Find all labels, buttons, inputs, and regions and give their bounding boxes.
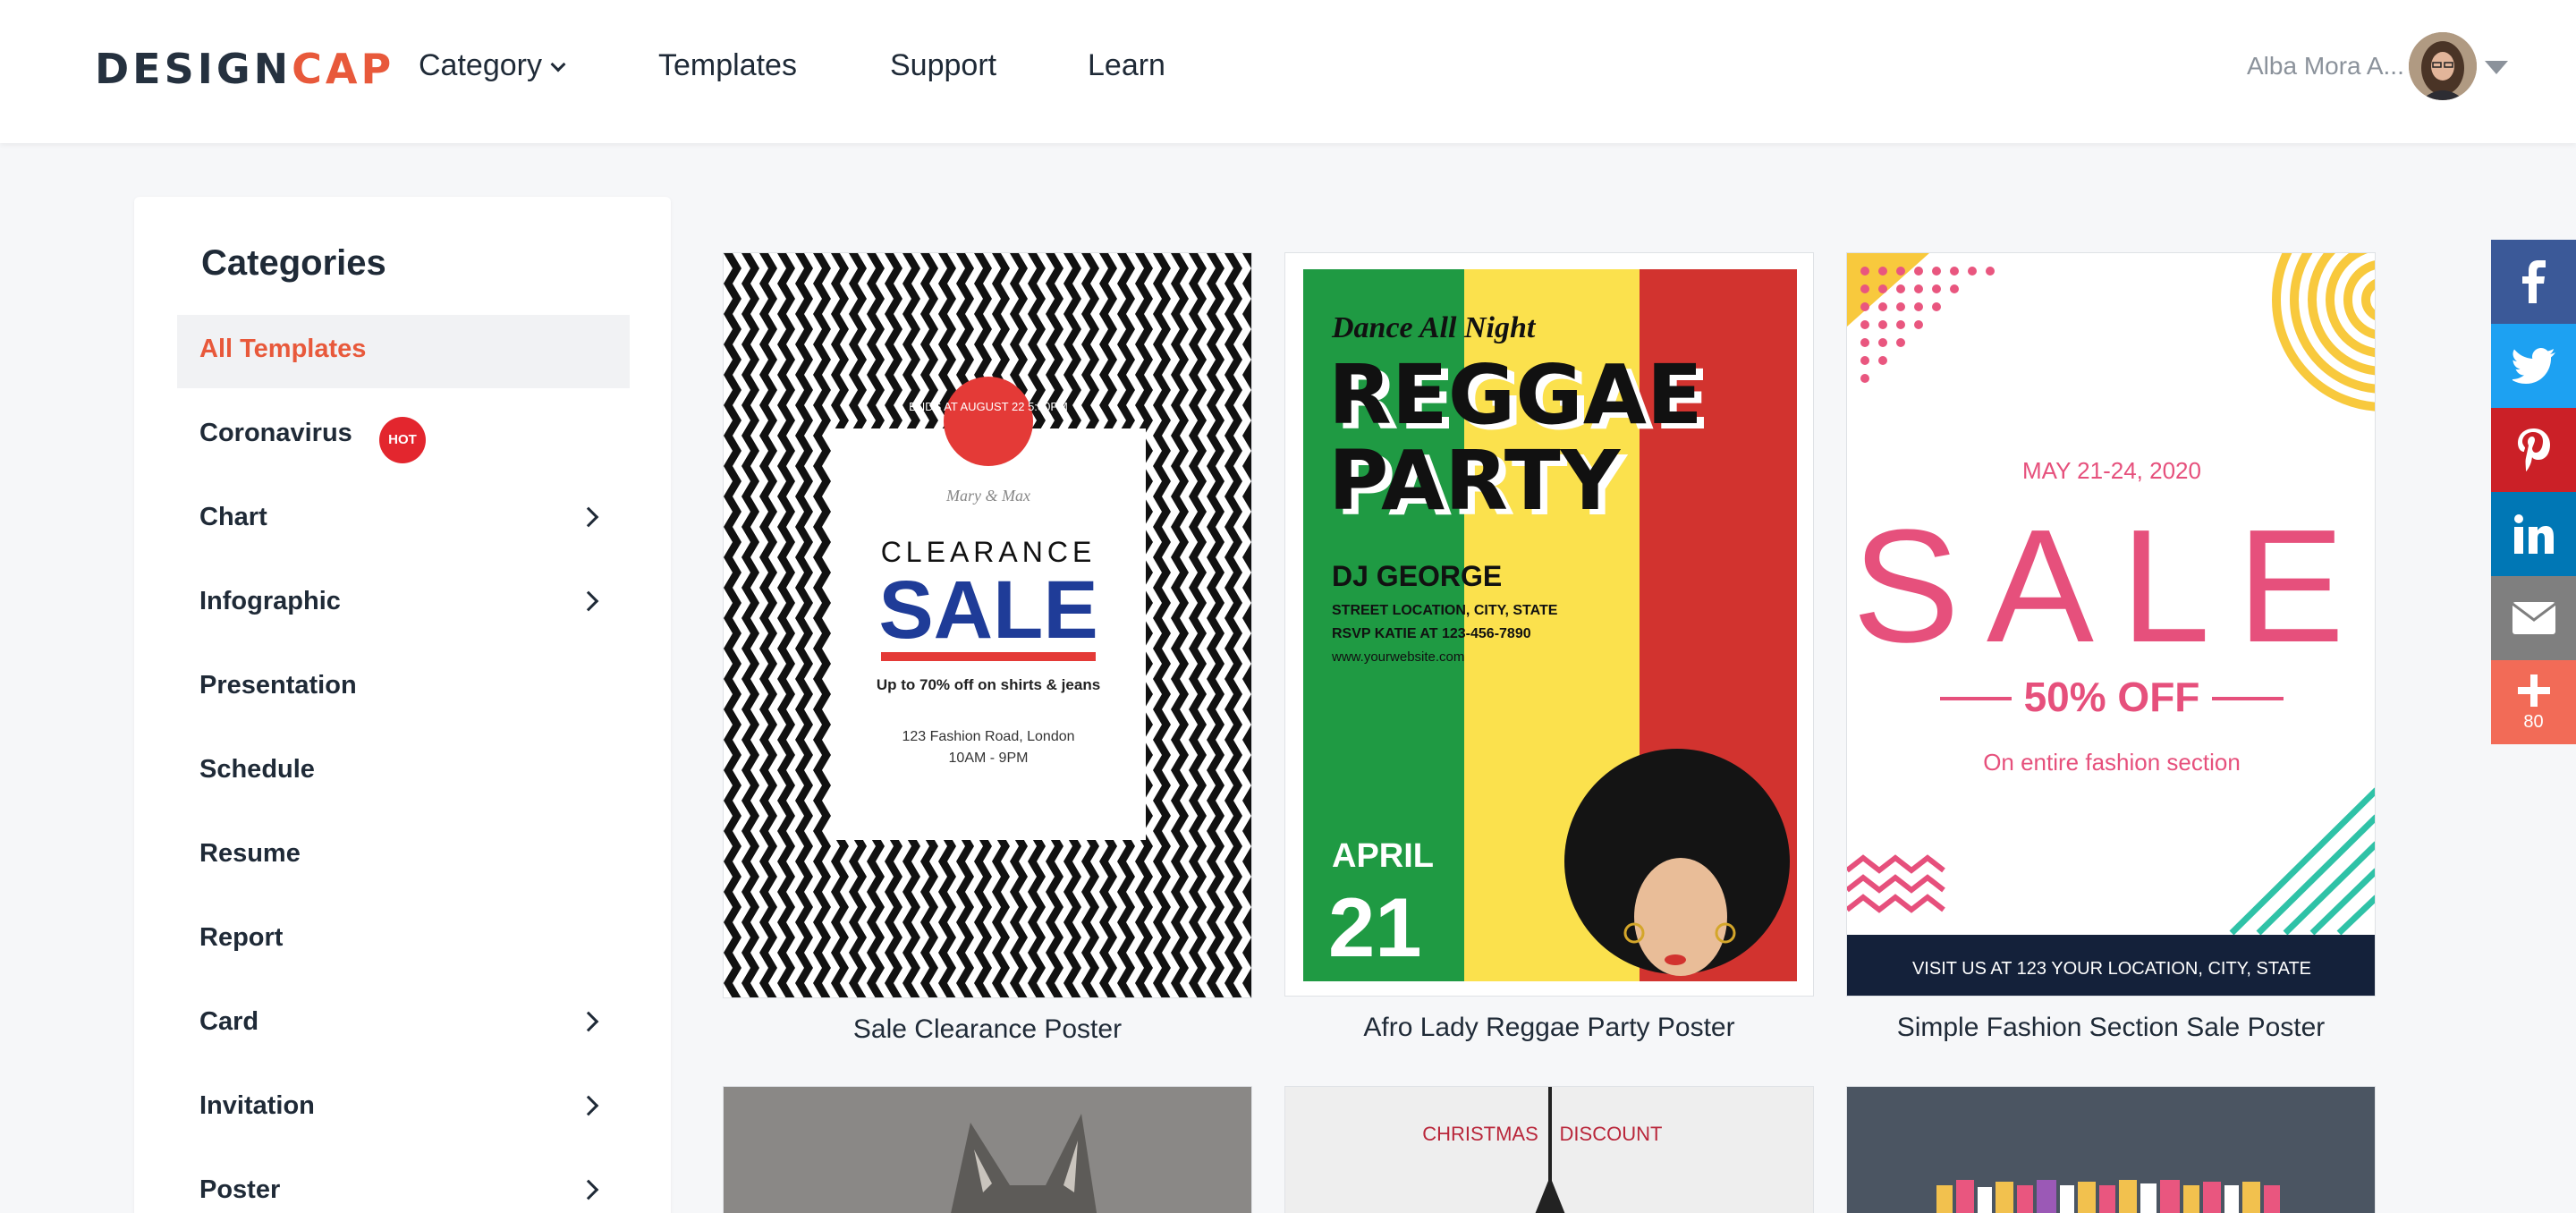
poster-text: 123 Fashion Road, London — [902, 729, 1074, 744]
twitter-share-button[interactable] — [2491, 324, 2576, 408]
twitter-icon — [2512, 348, 2555, 384]
poster-text: ENDS AT AUGUST 22 5:00PM — [909, 400, 1068, 413]
template-thumbnail — [1847, 1087, 2375, 1213]
template-thumbnail — [724, 1087, 1251, 1213]
sidebar-title: Categories — [201, 243, 386, 283]
sidebar-item-presentation[interactable]: Presentation — [177, 651, 630, 725]
chevron-right-icon — [578, 506, 599, 528]
template-thumbnail: CHRISTMAS DISCOUNT — [1285, 1087, 1813, 1213]
user-menu-caret-icon[interactable] — [2485, 61, 2508, 74]
sidebar-item-card[interactable]: Card — [177, 988, 630, 1061]
chevron-right-icon — [578, 1179, 599, 1200]
poster-text: APRIL — [1332, 837, 1434, 875]
sidebar-item-infographic[interactable]: Infographic — [177, 567, 630, 640]
pinterest-share-button[interactable] — [2491, 408, 2576, 492]
template-card-sale-clearance[interactable]: ENDS AT AUGUST 22 5:00PM Mary & Max CLEA… — [723, 252, 1252, 998]
more-share-button[interactable]: 80 — [2491, 660, 2576, 744]
linkedin-share-button[interactable] — [2491, 492, 2576, 576]
poster-text: REGGAE — [1328, 347, 1703, 443]
chevron-right-icon — [578, 590, 599, 612]
facebook-share-button[interactable] — [2491, 240, 2576, 324]
sidebar-item-resume[interactable]: Resume — [177, 819, 630, 893]
poster-text: 50% OFF — [2024, 674, 2200, 720]
poster-text: SALE — [1852, 496, 2371, 676]
nav-learn[interactable]: Learn — [1088, 48, 1165, 83]
template-thumbnail: ENDS AT AUGUST 22 5:00PM Mary & Max CLEA… — [724, 253, 1251, 997]
email-icon — [2512, 602, 2555, 634]
poster-text: STREET LOCATION, CITY, STATE — [1332, 603, 1558, 618]
hot-badge: HOT — [379, 417, 426, 463]
nav-templates[interactable]: Templates — [658, 48, 797, 83]
poster-text: CHRISTMAS — [1422, 1123, 1538, 1145]
template-caption[interactable]: Simple Fashion Section Sale Poster — [1846, 1013, 2376, 1043]
poster-text: Dance All Night — [1331, 311, 1537, 344]
sidebar-item-invitation[interactable]: Invitation — [177, 1072, 630, 1145]
poster-text: DJ GEORGE — [1332, 560, 1502, 592]
template-card-books[interactable] — [1846, 1086, 2376, 1213]
sidebar-item-schedule[interactable]: Schedule — [177, 735, 630, 809]
pinterest-icon — [2517, 428, 2550, 471]
poster-text: DISCOUNT — [1560, 1123, 1663, 1145]
nav-category[interactable]: Category — [419, 48, 566, 83]
template-caption[interactable]: Afro Lady Reggae Party Poster — [1284, 1013, 1814, 1043]
poster-text: CLEARANCE — [881, 536, 1097, 568]
template-caption[interactable]: Sale Clearance Poster — [723, 1014, 1252, 1045]
sidebar-item-coronavirus[interactable]: Coronavirus HOT — [177, 399, 630, 472]
poster-text: Mary & Max — [945, 487, 1030, 505]
facebook-icon — [2521, 260, 2546, 303]
sidebar-item-poster[interactable]: Poster — [177, 1156, 630, 1213]
template-card-christmas[interactable]: CHRISTMAS DISCOUNT — [1284, 1086, 1814, 1213]
poster-text: MAY 21-24, 2020 — [2022, 457, 2201, 484]
user-avatar[interactable] — [2409, 32, 2477, 100]
template-card-reggae-party[interactable]: Dance All Night REGGAE REGGAE PARTY PART… — [1284, 252, 1814, 997]
sidebar-item-all-templates[interactable]: All Templates — [177, 315, 630, 388]
categories-sidebar: Categories All Templates Coronavirus HOT… — [134, 197, 671, 1213]
user-name[interactable]: Alba Mora A... — [2247, 52, 2404, 81]
chevron-right-icon — [578, 1011, 599, 1032]
poster-text: 10AM - 9PM — [949, 751, 1029, 766]
poster-text: On entire fashion section — [1983, 749, 2241, 776]
poster-text: www.yourwebsite.com — [1331, 649, 1464, 665]
nav-support[interactable]: Support — [890, 48, 996, 83]
poster-text: SALE — [878, 564, 1097, 656]
template-thumbnail: MAY 21-24, 2020 SALE 50% OFF On entire f… — [1847, 253, 2375, 996]
plus-icon — [2517, 674, 2550, 707]
chevron-right-icon — [578, 1095, 599, 1116]
poster-text: Up to 70% off on shirts & jeans — [877, 676, 1100, 693]
share-count: 80 — [2523, 711, 2544, 732]
poster-text: VISIT US AT 123 YOUR LOCATION, CITY, STA… — [1912, 959, 2311, 979]
email-share-button[interactable] — [2491, 576, 2576, 660]
top-header: DESIGNCAP Category Templates Support Lea… — [0, 0, 2576, 143]
linkedin-icon — [2513, 514, 2554, 554]
chevron-down-icon — [550, 56, 566, 72]
poster-text: RSVP KATIE AT 123-456-7890 — [1332, 626, 1531, 641]
template-card-fashion-sale[interactable]: MAY 21-24, 2020 SALE 50% OFF On entire f… — [1846, 252, 2376, 997]
designcap-logo[interactable]: DESIGNCAP — [95, 45, 394, 93]
template-card-cat[interactable] — [723, 1086, 1252, 1213]
sidebar-item-report[interactable]: Report — [177, 903, 630, 977]
poster-text: PARTY — [1328, 433, 1622, 529]
template-thumbnail: Dance All Night REGGAE REGGAE PARTY PART… — [1285, 253, 1813, 996]
sidebar-item-chart[interactable]: Chart — [177, 483, 630, 556]
poster-text: 21 — [1328, 880, 1422, 974]
